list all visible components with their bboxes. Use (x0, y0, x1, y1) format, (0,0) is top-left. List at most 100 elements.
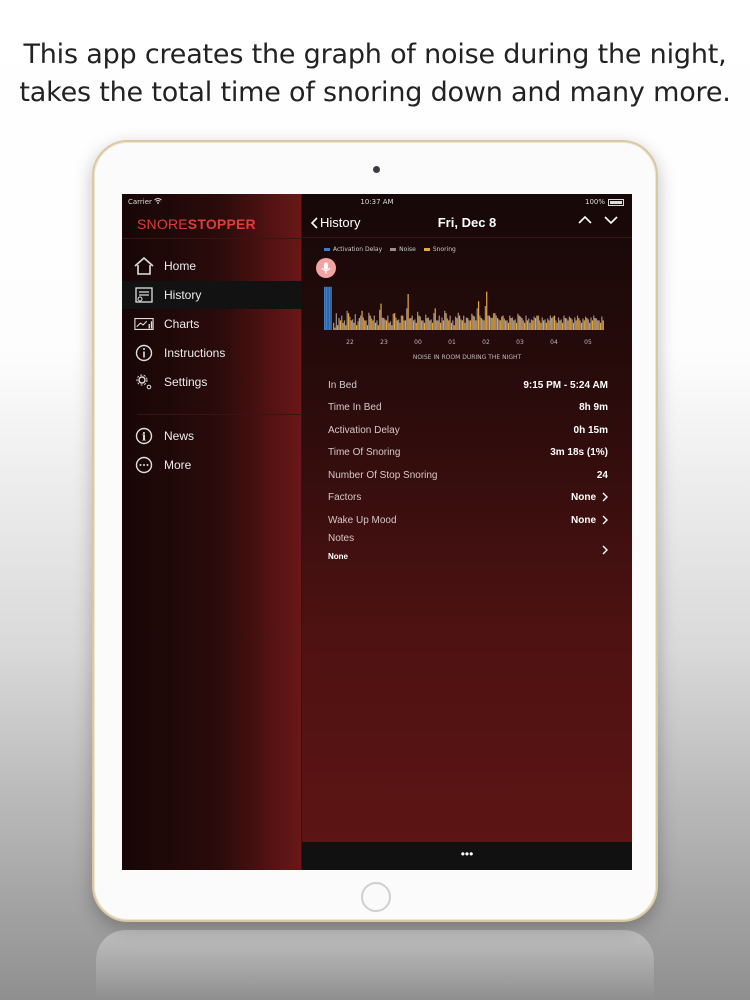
sidebar-item-charts[interactable]: Charts (122, 310, 302, 338)
snoring-bar (556, 322, 558, 330)
status-battery: 100% (585, 198, 624, 206)
snoring-bar (488, 315, 491, 330)
noise-bar (343, 320, 346, 330)
noise-bar (357, 321, 359, 330)
detail-value: None (571, 515, 608, 526)
snoring-bar (477, 301, 480, 330)
noise-bar (333, 322, 335, 330)
detail-row-factors[interactable]: Factors None (328, 488, 608, 506)
snoring-bar (580, 322, 583, 330)
noise-bar (587, 319, 589, 330)
snoring-bar (562, 322, 564, 330)
home-button[interactable] (361, 882, 391, 912)
battery-icon (608, 198, 624, 206)
snoring-bar (591, 320, 594, 330)
noise-bar (506, 320, 508, 330)
snoring-bar (502, 315, 504, 330)
noise-bar (536, 315, 538, 330)
chevron-down-icon[interactable] (604, 215, 618, 225)
snoring-bar (578, 318, 580, 330)
detail-value (602, 545, 608, 555)
snoring-bar (415, 322, 417, 330)
snoring-bar (572, 322, 575, 330)
sidebar-item-instructions[interactable]: Instructions (122, 339, 302, 367)
news-icon: i (134, 426, 154, 446)
snoring-bar (334, 327, 336, 330)
microphone-icon (321, 262, 331, 274)
noise-bar (373, 315, 375, 330)
noise-bar (549, 315, 552, 330)
chevron-up-icon[interactable] (578, 215, 592, 225)
snoring-bar (396, 320, 398, 330)
promo-line-2: takes the total time of snoring down and… (19, 77, 731, 108)
snoring-bar (464, 322, 466, 330)
snoring-bar (356, 325, 358, 330)
legend-swatch (423, 248, 430, 251)
noise-bar (452, 320, 454, 330)
noise-bar (517, 313, 519, 330)
snoring-bar (521, 318, 523, 330)
noise-bar (368, 312, 370, 330)
snoring-bar (429, 320, 431, 330)
detail-row-notes[interactable]: Notes (328, 533, 608, 569)
detail-label: Wake Up Mood (328, 514, 397, 526)
snoring-bar (453, 325, 455, 330)
noise-bar (598, 320, 600, 330)
snoring-bar (448, 320, 450, 330)
snoring-bar (583, 320, 585, 330)
activation-delay-bar (325, 286, 327, 330)
microphone-button[interactable] (316, 258, 336, 278)
x-tick-label: 22 (346, 339, 354, 346)
divider (137, 414, 302, 415)
sidebar-item-label: More (164, 458, 192, 472)
noise-bar (528, 318, 530, 330)
sidebar-item-history[interactable]: History (122, 281, 302, 309)
noise-bar (579, 320, 581, 330)
sidebar-item-news[interactable]: i News (122, 422, 302, 450)
snoring-bar (505, 320, 507, 330)
noise-bar (571, 319, 573, 330)
detail-row-time-in-bed: Time In Bed 8h 9m (328, 398, 608, 416)
snoring-bar (372, 320, 374, 330)
noise-bar (538, 320, 541, 330)
promo-line-1: This app creates the graph of noise duri… (23, 39, 727, 70)
detail-row-wake-up-mood[interactable]: Wake Up Mood None (328, 511, 608, 529)
snoring-bar (431, 322, 434, 330)
snoring-bar (510, 318, 512, 330)
noise-bar (438, 315, 440, 330)
noise-bar (392, 313, 394, 330)
snoring-bar (412, 320, 415, 330)
snoring-bar (383, 318, 385, 330)
noise-bar (511, 317, 514, 330)
noise-bar (555, 320, 557, 330)
snoring-bar (515, 322, 518, 330)
noise-bar (544, 319, 546, 330)
snoring-bar (418, 315, 420, 330)
snoring-bar (380, 303, 382, 330)
sidebar-item-home[interactable]: Home (122, 252, 302, 280)
x-tick-label: 00 (414, 339, 422, 346)
noise-bar (547, 318, 549, 330)
snoring-bar (339, 320, 341, 330)
snoring-bar (548, 320, 550, 330)
noise-bar (482, 319, 484, 330)
status-bar: Carrier 10:37 AM 100% (122, 194, 632, 210)
bottom-toolbar[interactable]: ••• (302, 842, 632, 870)
snoring-bar (570, 318, 572, 330)
sidebar: SNORESTOPPER Home History Charts Instruc… (122, 194, 302, 870)
sidebar-item-settings[interactable]: Settings (122, 368, 302, 396)
sidebar-item-more[interactable]: More (122, 451, 302, 479)
noise-bar (503, 318, 505, 330)
x-tick-label: 04 (550, 339, 558, 346)
snoring-bar (594, 318, 596, 330)
snoring-bar (483, 320, 485, 330)
snoring-bar (559, 320, 561, 330)
detail-label: Notes (328, 533, 355, 544)
detail-value: None (571, 492, 608, 503)
chevron-right-icon (602, 515, 608, 525)
detail-value: 9:15 PM - 5:24 AM (523, 379, 608, 391)
snoring-bar (545, 322, 547, 330)
noise-bar (495, 315, 497, 330)
snoring-bar (377, 325, 379, 330)
noise-bar (384, 319, 386, 330)
